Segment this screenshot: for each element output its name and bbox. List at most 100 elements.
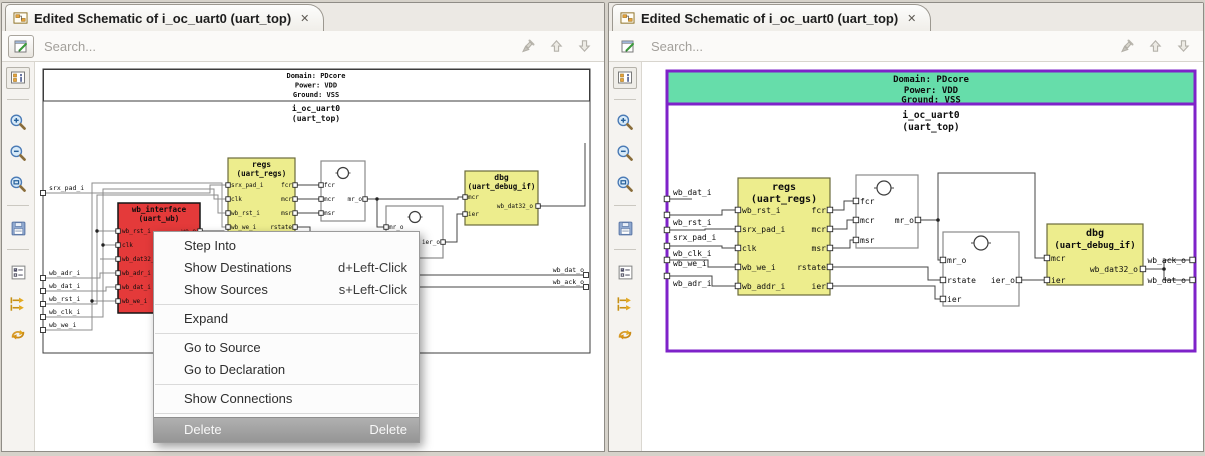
zoom-out-button[interactable] — [613, 142, 637, 164]
save-button[interactable] — [613, 217, 637, 239]
swap-arrows-button[interactable] — [613, 323, 637, 345]
tab-close-icon[interactable]: ✕ — [907, 12, 916, 25]
menu-item-label: Delete — [184, 422, 222, 437]
clear-highlight-icon[interactable] — [520, 38, 536, 54]
search-input[interactable] — [42, 37, 512, 55]
port-label: rstate — [270, 224, 292, 231]
pin — [225, 196, 231, 202]
menu-item-shortcut: s+Left-Click — [338, 282, 407, 297]
menu-item-show-destinations[interactable]: Show Destinations d+Left-Click — [154, 257, 419, 279]
menu-item-delete[interactable]: Delete Delete — [154, 417, 419, 442]
tab-edited-schematic[interactable]: Edited Schematic of i_oc_uart0 (uart_top… — [612, 4, 932, 31]
menu-item-show-connections[interactable]: Show Connections — [154, 388, 419, 410]
wire — [443, 213, 465, 243]
menu-item-step-into[interactable]: Step Into — [154, 235, 419, 257]
filter-edit-button[interactable] — [8, 34, 34, 58]
pin — [225, 210, 231, 216]
zoom-in-button[interactable] — [6, 111, 30, 133]
save-button[interactable] — [6, 217, 30, 239]
port-label: wb_we_i — [122, 298, 148, 305]
port-label: srx_pad_i — [742, 225, 786, 234]
menu-item-show-sources[interactable]: Show Sources s+Left-Click — [154, 279, 419, 301]
port-label: msr — [281, 210, 292, 217]
pin — [826, 263, 834, 271]
block-module: (uart_regs) — [751, 194, 817, 205]
application-window: Edited Schematic of i_oc_uart0 (uart_top… — [0, 0, 1205, 456]
menu-item-label: Show Destinations — [184, 260, 292, 275]
pin — [939, 295, 947, 303]
menu-item-label: Go to Source — [184, 340, 261, 355]
port-label: wb_we_i — [742, 263, 776, 272]
next-arrow-icon[interactable] — [1176, 38, 1191, 54]
pin — [115, 242, 121, 248]
trace-signals-button[interactable] — [6, 292, 30, 314]
toolbar-separator — [614, 205, 636, 206]
tab-close-icon[interactable]: ✕ — [300, 12, 309, 25]
pin — [292, 182, 298, 188]
menu-item-go-to-declaration[interactable]: Go to Declaration — [154, 359, 419, 381]
menu-item-label: Step Into — [184, 238, 237, 253]
trace-signals-button[interactable] — [613, 292, 637, 314]
port-label: wb_rst_i — [231, 210, 260, 217]
pin — [462, 194, 468, 200]
schematic-properties-icon — [10, 71, 25, 84]
port-label: wb_we_i — [231, 224, 257, 231]
instance-name: i_oc_uart0 — [902, 110, 959, 121]
wire — [830, 219, 856, 230]
tab-bar: Edited Schematic of i_oc_uart0 (uart_top… — [609, 3, 1203, 32]
display-options-button[interactable] — [613, 261, 637, 283]
pin — [318, 210, 324, 216]
zoom-out-button[interactable] — [6, 142, 30, 164]
search-toolbar — [2, 31, 604, 62]
toolbar-separator — [7, 99, 29, 100]
tab-title: Edited Schematic of i_oc_uart0 (uart_top… — [641, 10, 899, 26]
wire — [830, 266, 943, 281]
wire — [937, 220, 943, 261]
pin — [914, 216, 922, 224]
pin — [734, 244, 742, 252]
tab-edited-schematic[interactable]: Edited Schematic of i_oc_uart0 (uart_top… — [5, 4, 325, 31]
zoom-in-button[interactable] — [613, 111, 637, 133]
port-label: mcr — [281, 196, 292, 203]
previous-arrow-icon[interactable] — [549, 38, 564, 54]
port-label: clk — [742, 244, 757, 253]
schematic-properties-button[interactable] — [613, 67, 637, 89]
zoom-fit-icon — [617, 176, 633, 192]
menu-item-expand[interactable]: Expand — [154, 308, 419, 330]
next-arrow-icon[interactable] — [577, 38, 592, 54]
port-label: ier_o — [422, 239, 440, 246]
logic-symbol-icon — [408, 210, 422, 224]
logic-symbol-icon — [973, 235, 989, 251]
right-schematic-svg[interactable]: Domain: PDcore Power: VDD Ground: VSS i_… — [642, 62, 1203, 451]
previous-arrow-icon[interactable] — [1148, 38, 1163, 54]
filter-edit-button[interactable] — [615, 35, 641, 58]
menu-item-label: Go to Declaration — [184, 362, 286, 377]
ext-port-label: wb_ack_o — [553, 278, 584, 286]
schematic-properties-icon — [617, 71, 632, 84]
pin — [663, 242, 671, 250]
schematic-properties-button[interactable] — [6, 67, 30, 89]
filter-edit-icon — [14, 40, 27, 53]
schematic-canvas-right[interactable]: Domain: PDcore Power: VDD Ground: VSS i_… — [642, 62, 1203, 451]
menu-item-go-to-source[interactable]: Go to Source — [154, 337, 419, 359]
power-label: Power: VDD — [904, 86, 959, 96]
ext-port-label: wb_clk_i — [673, 249, 712, 258]
clear-highlight-icon[interactable] — [1119, 38, 1135, 54]
block-module: (uart_debug_if) — [468, 182, 536, 191]
search-input[interactable] — [649, 37, 1111, 55]
zoom-in-icon — [10, 114, 26, 130]
swap-arrows-icon — [618, 329, 632, 339]
port-label: mr_o — [947, 256, 966, 265]
ext-port-label: wb_adr_i — [673, 279, 712, 288]
swap-arrows-button[interactable] — [6, 323, 30, 345]
wire-junction — [1162, 267, 1166, 271]
logic-symbol-icon — [336, 166, 350, 180]
zoom-fit-button[interactable] — [6, 173, 30, 195]
zoom-fit-button[interactable] — [613, 173, 637, 195]
wire — [830, 239, 856, 249]
display-options-button[interactable] — [6, 261, 30, 283]
port-label: wb_dat32_o — [1090, 265, 1138, 274]
toolbar-separator — [7, 205, 29, 206]
wire — [376, 199, 386, 228]
pin — [362, 196, 368, 202]
